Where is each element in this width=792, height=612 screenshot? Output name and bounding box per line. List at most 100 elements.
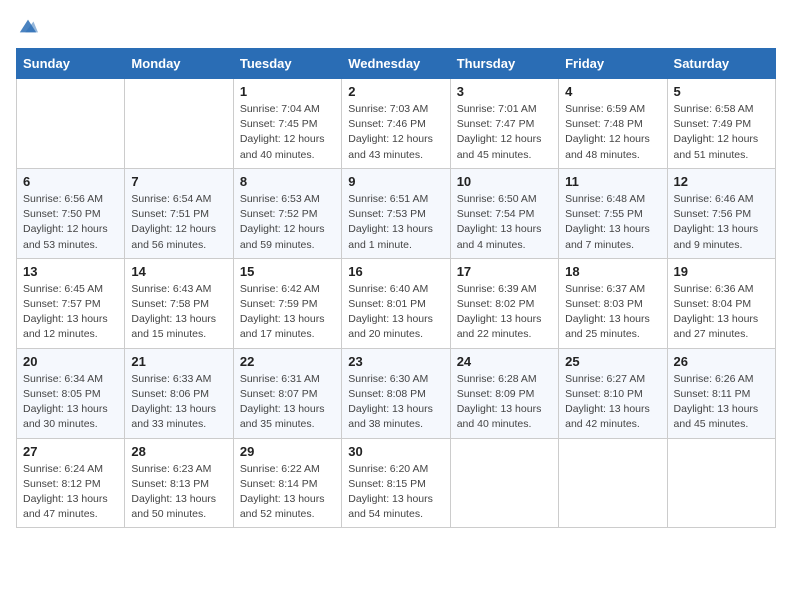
page-header — [16, 16, 776, 36]
day-info: Sunrise: 6:27 AMSunset: 8:10 PMDaylight:… — [565, 372, 660, 433]
calendar-header-row: SundayMondayTuesdayWednesdayThursdayFrid… — [17, 49, 776, 79]
day-number: 26 — [674, 354, 769, 369]
day-number: 1 — [240, 84, 335, 99]
day-number: 15 — [240, 264, 335, 279]
day-info: Sunrise: 6:46 AMSunset: 7:56 PMDaylight:… — [674, 192, 769, 253]
calendar-cell: 20 Sunrise: 6:34 AMSunset: 8:05 PMDayligh… — [17, 348, 125, 438]
day-info: Sunrise: 6:42 AMSunset: 7:59 PMDaylight:… — [240, 282, 335, 343]
day-number: 25 — [565, 354, 660, 369]
calendar-week-4: 20 Sunrise: 6:34 AMSunset: 8:05 PMDayligh… — [17, 348, 776, 438]
calendar-cell: 10 Sunrise: 6:50 AMSunset: 7:54 PMDayligh… — [450, 168, 558, 258]
day-number: 29 — [240, 444, 335, 459]
day-info: Sunrise: 6:56 AMSunset: 7:50 PMDaylight:… — [23, 192, 118, 253]
day-number: 22 — [240, 354, 335, 369]
day-info: Sunrise: 6:54 AMSunset: 7:51 PMDaylight:… — [131, 192, 226, 253]
weekday-header-thursday: Thursday — [450, 49, 558, 79]
calendar-cell: 12 Sunrise: 6:46 AMSunset: 7:56 PMDayligh… — [667, 168, 775, 258]
day-info: Sunrise: 6:37 AMSunset: 8:03 PMDaylight:… — [565, 282, 660, 343]
calendar-cell: 19 Sunrise: 6:36 AMSunset: 8:04 PMDayligh… — [667, 258, 775, 348]
day-info: Sunrise: 7:01 AMSunset: 7:47 PMDaylight:… — [457, 102, 552, 163]
calendar-cell: 9Sunrise: 6:51 AMSunset: 7:53 PMDaylight… — [342, 168, 450, 258]
day-info: Sunrise: 6:23 AMSunset: 8:13 PMDaylight:… — [131, 462, 226, 523]
weekday-header-wednesday: Wednesday — [342, 49, 450, 79]
calendar-cell: 27 Sunrise: 6:24 AMSunset: 8:12 PMDayligh… — [17, 438, 125, 528]
day-info: Sunrise: 6:20 AMSunset: 8:15 PMDaylight:… — [348, 462, 443, 523]
day-number: 12 — [674, 174, 769, 189]
day-number: 13 — [23, 264, 118, 279]
day-info: Sunrise: 6:39 AMSunset: 8:02 PMDaylight:… — [457, 282, 552, 343]
day-info: Sunrise: 6:50 AMSunset: 7:54 PMDaylight:… — [457, 192, 552, 253]
day-info: Sunrise: 6:24 AMSunset: 8:12 PMDaylight:… — [23, 462, 118, 523]
calendar-cell: 28Sunrise: 6:23 AMSunset: 8:13 PMDayligh… — [125, 438, 233, 528]
calendar-cell: 17 Sunrise: 6:39 AMSunset: 8:02 PMDayligh… — [450, 258, 558, 348]
day-number: 21 — [131, 354, 226, 369]
day-number: 7 — [131, 174, 226, 189]
calendar-cell: 21 Sunrise: 6:33 AMSunset: 8:06 PMDayligh… — [125, 348, 233, 438]
calendar-cell: 2Sunrise: 7:03 AMSunset: 7:46 PMDaylight… — [342, 79, 450, 169]
day-info: Sunrise: 7:04 AMSunset: 7:45 PMDaylight:… — [240, 102, 335, 163]
calendar-cell: 29 Sunrise: 6:22 AMSunset: 8:14 PMDayligh… — [233, 438, 341, 528]
day-info: Sunrise: 6:36 AMSunset: 8:04 PMDaylight:… — [674, 282, 769, 343]
calendar-cell: 15 Sunrise: 6:42 AMSunset: 7:59 PMDayligh… — [233, 258, 341, 348]
calendar-cell: 5 Sunrise: 6:58 AMSunset: 7:49 PMDaylight… — [667, 79, 775, 169]
day-number: 10 — [457, 174, 552, 189]
calendar-cell: 16 Sunrise: 6:40 AMSunset: 8:01 PMDayligh… — [342, 258, 450, 348]
calendar-cell — [559, 438, 667, 528]
calendar-week-2: 6 Sunrise: 6:56 AMSunset: 7:50 PMDaylight… — [17, 168, 776, 258]
day-info: Sunrise: 6:43 AMSunset: 7:58 PMDaylight:… — [131, 282, 226, 343]
calendar-cell: 8 Sunrise: 6:53 AMSunset: 7:52 PMDaylight… — [233, 168, 341, 258]
calendar-cell — [17, 79, 125, 169]
calendar-table: SundayMondayTuesdayWednesdayThursdayFrid… — [16, 48, 776, 528]
calendar-cell: 11 Sunrise: 6:48 AMSunset: 7:55 PMDayligh… — [559, 168, 667, 258]
day-number: 19 — [674, 264, 769, 279]
day-info: Sunrise: 6:28 AMSunset: 8:09 PMDaylight:… — [457, 372, 552, 433]
day-number: 11 — [565, 174, 660, 189]
day-info: Sunrise: 6:48 AMSunset: 7:55 PMDaylight:… — [565, 192, 660, 253]
day-info: Sunrise: 6:31 AMSunset: 8:07 PMDaylight:… — [240, 372, 335, 433]
calendar-cell: 7 Sunrise: 6:54 AMSunset: 7:51 PMDaylight… — [125, 168, 233, 258]
day-number: 18 — [565, 264, 660, 279]
day-info: Sunrise: 6:58 AMSunset: 7:49 PMDaylight:… — [674, 102, 769, 163]
weekday-header-sunday: Sunday — [17, 49, 125, 79]
calendar-cell: 30Sunrise: 6:20 AMSunset: 8:15 PMDayligh… — [342, 438, 450, 528]
calendar-week-1: 1 Sunrise: 7:04 AMSunset: 7:45 PMDaylight… — [17, 79, 776, 169]
day-number: 8 — [240, 174, 335, 189]
day-info: Sunrise: 6:33 AMSunset: 8:06 PMDaylight:… — [131, 372, 226, 433]
day-info: Sunrise: 6:40 AMSunset: 8:01 PMDaylight:… — [348, 282, 443, 343]
calendar-cell: 24 Sunrise: 6:28 AMSunset: 8:09 PMDayligh… — [450, 348, 558, 438]
day-info: Sunrise: 6:45 AMSunset: 7:57 PMDaylight:… — [23, 282, 118, 343]
day-info: Sunrise: 6:34 AMSunset: 8:05 PMDaylight:… — [23, 372, 118, 433]
calendar-cell: 1 Sunrise: 7:04 AMSunset: 7:45 PMDaylight… — [233, 79, 341, 169]
day-number: 24 — [457, 354, 552, 369]
day-number: 27 — [23, 444, 118, 459]
day-number: 2 — [348, 84, 443, 99]
day-info: Sunrise: 6:53 AMSunset: 7:52 PMDaylight:… — [240, 192, 335, 253]
day-number: 3 — [457, 84, 552, 99]
weekday-header-friday: Friday — [559, 49, 667, 79]
day-info: Sunrise: 6:22 AMSunset: 8:14 PMDaylight:… — [240, 462, 335, 523]
calendar-cell: 6 Sunrise: 6:56 AMSunset: 7:50 PMDaylight… — [17, 168, 125, 258]
calendar-cell: 22 Sunrise: 6:31 AMSunset: 8:07 PMDayligh… — [233, 348, 341, 438]
calendar-cell: 25 Sunrise: 6:27 AMSunset: 8:10 PMDayligh… — [559, 348, 667, 438]
calendar-cell: 14 Sunrise: 6:43 AMSunset: 7:58 PMDayligh… — [125, 258, 233, 348]
weekday-header-monday: Monday — [125, 49, 233, 79]
day-number: 6 — [23, 174, 118, 189]
calendar-cell — [667, 438, 775, 528]
calendar-cell: 26 Sunrise: 6:26 AMSunset: 8:11 PMDayligh… — [667, 348, 775, 438]
logo — [16, 16, 38, 36]
day-number: 16 — [348, 264, 443, 279]
calendar-cell: 13 Sunrise: 6:45 AMSunset: 7:57 PMDayligh… — [17, 258, 125, 348]
calendar-week-5: 27 Sunrise: 6:24 AMSunset: 8:12 PMDayligh… — [17, 438, 776, 528]
day-number: 5 — [674, 84, 769, 99]
day-info: Sunrise: 6:26 AMSunset: 8:11 PMDaylight:… — [674, 372, 769, 433]
day-number: 4 — [565, 84, 660, 99]
day-number: 17 — [457, 264, 552, 279]
calendar-cell — [125, 79, 233, 169]
weekday-header-tuesday: Tuesday — [233, 49, 341, 79]
day-number: 20 — [23, 354, 118, 369]
calendar-week-3: 13 Sunrise: 6:45 AMSunset: 7:57 PMDayligh… — [17, 258, 776, 348]
day-info: Sunrise: 6:30 AMSunset: 8:08 PMDaylight:… — [348, 372, 443, 433]
day-number: 14 — [131, 264, 226, 279]
logo-icon — [18, 16, 38, 36]
calendar-cell: 4Sunrise: 6:59 AMSunset: 7:48 PMDaylight… — [559, 79, 667, 169]
